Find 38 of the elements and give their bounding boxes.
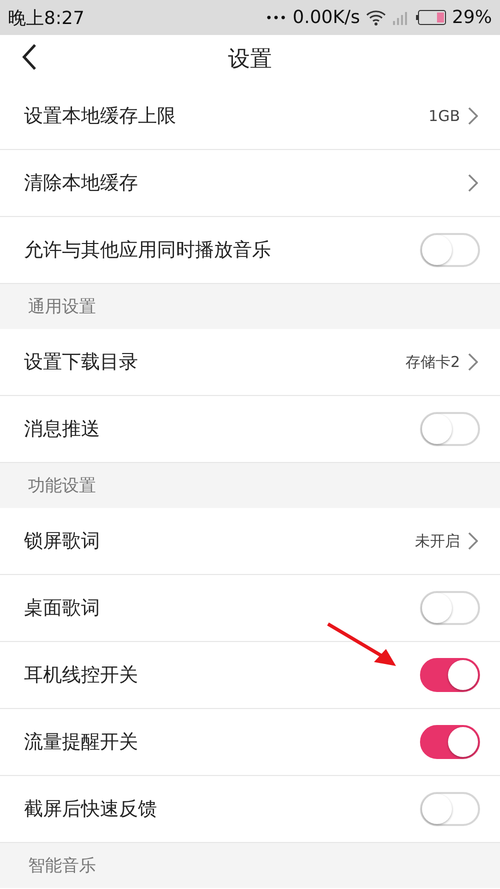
- setting-value: 未开启: [415, 532, 460, 550]
- page-title: 设置: [228, 46, 272, 74]
- battery-percent: 29%: [452, 7, 492, 28]
- setting-label: 截屏后快速反馈: [24, 797, 158, 822]
- signal-icon: [392, 10, 410, 24]
- section-title: 通用设置: [28, 296, 96, 318]
- setting-value: 1GB: [428, 107, 460, 125]
- setting-label: 清除本地缓存: [24, 171, 139, 196]
- battery-icon: [416, 10, 446, 25]
- chevron-icon: [468, 353, 478, 371]
- setting-label: 设置本地缓存上限: [24, 104, 177, 129]
- section-title: 智能音乐: [28, 855, 96, 877]
- chevron-icon: [468, 107, 478, 125]
- settings-row[interactable]: 桌面歌词: [0, 575, 500, 642]
- settings-row[interactable]: 锁屏歌词 未开启: [0, 508, 500, 575]
- setting-value: 存储卡2: [405, 352, 460, 372]
- status-time: 晚上8:27: [8, 6, 84, 30]
- setting-label: 允许与其他应用同时播放音乐: [24, 238, 272, 263]
- setting-label: 流量提醒开关: [24, 730, 139, 755]
- section-title: 功能设置: [28, 475, 96, 497]
- settings-row[interactable]: 耳机线控开关: [0, 642, 500, 709]
- toggle-switch[interactable]: [420, 725, 480, 759]
- back-icon[interactable]: [21, 43, 37, 71]
- chevron-icon: [468, 532, 478, 550]
- setting-label: 桌面歌词: [24, 596, 101, 621]
- settings-row[interactable]: 清除本地缓存: [0, 150, 500, 217]
- setting-label: 消息推送: [24, 417, 101, 442]
- chevron-icon: [468, 174, 478, 192]
- setting-label: 锁屏歌词: [24, 529, 101, 554]
- wifi-icon: [366, 10, 386, 26]
- settings-row[interactable]: 流量提醒开关: [0, 709, 500, 776]
- network-speed: 0.00K/s: [292, 7, 360, 28]
- setting-label: 设置下载目录: [24, 350, 139, 375]
- settings-row[interactable]: 设置本地缓存上限 1GB: [0, 83, 500, 150]
- status-dots: •••: [265, 10, 287, 24]
- setting-label: 耳机线控开关: [24, 663, 139, 688]
- settings-row[interactable]: 设置下载目录 存储卡2: [0, 329, 500, 396]
- toggle-switch[interactable]: [420, 658, 480, 692]
